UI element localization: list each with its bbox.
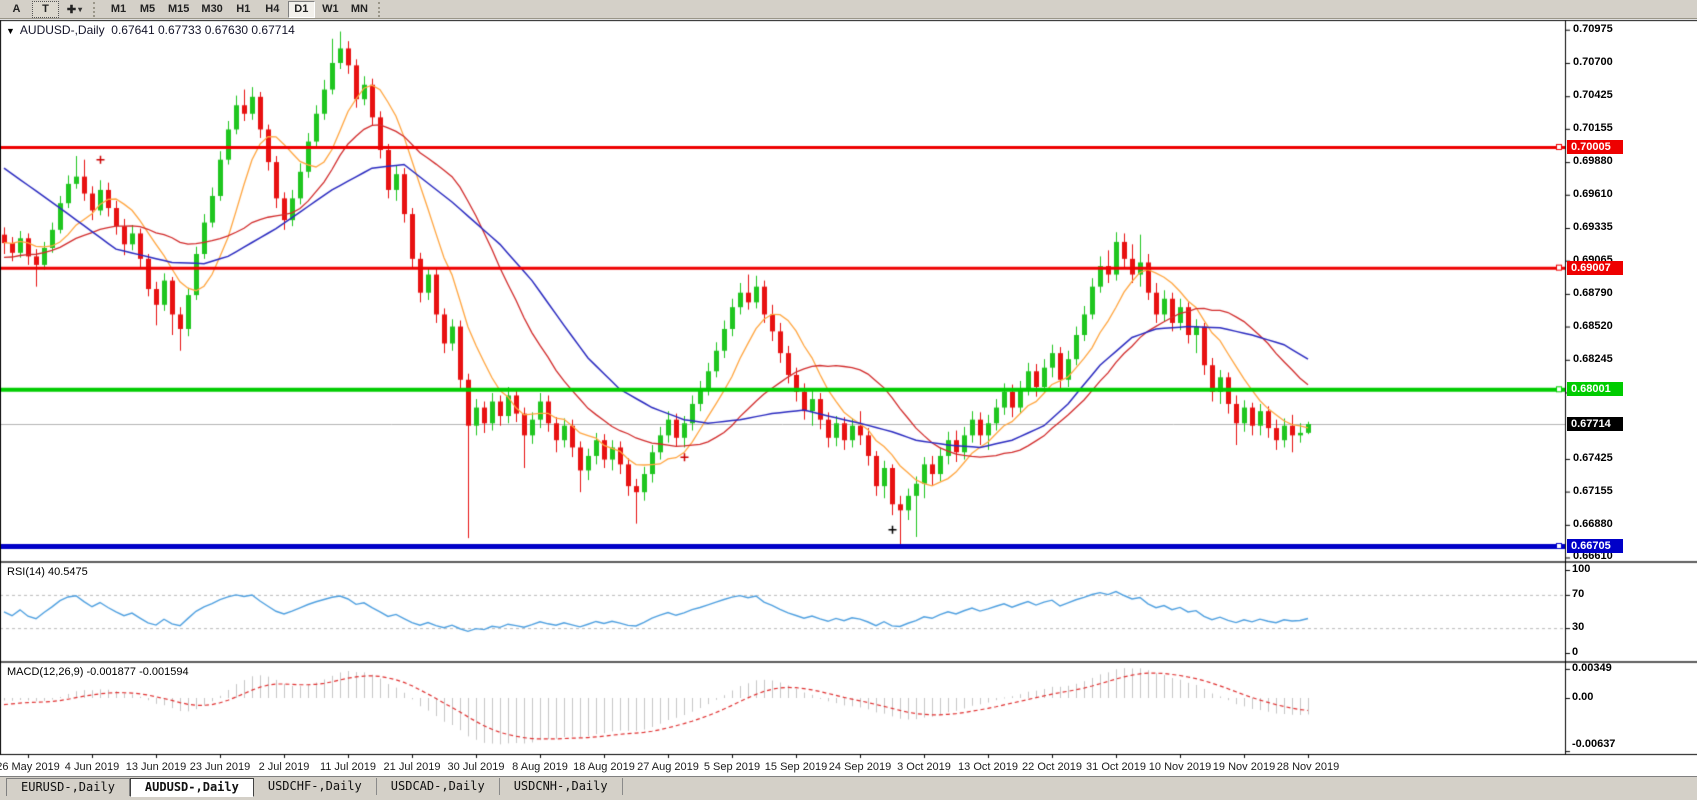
symbol-tab-bar: EURUSD-,DailyAUDUSD-,DailyUSDCHF-,DailyU… (0, 776, 1697, 800)
timeframe-button-H1[interactable]: H1 (230, 1, 257, 18)
chart-title: ▼ AUDUSD-,Daily 0.67641 0.67733 0.67630 0… (6, 23, 295, 37)
date-tick-label: 24 Sep 2019 (829, 761, 891, 773)
date-tick-label: 27 Aug 2019 (637, 761, 699, 773)
timeframe-button-M15[interactable]: M15 (163, 1, 194, 18)
price-tick-label: 0.68790 (1573, 287, 1613, 299)
rsi-axis-label: 100 (1572, 563, 1590, 575)
date-tick-label: 5 Sep 2019 (704, 761, 760, 773)
timeframe-button-M1[interactable]: M1 (105, 1, 132, 18)
date-tick-label: 26 May 2019 (0, 761, 60, 773)
symbol-tab-USDCHF[interactable]: USDCHF-,Daily (254, 778, 377, 795)
date-tick-label: 28 Nov 2019 (1277, 761, 1339, 773)
date-tick-label: 2 Jul 2019 (259, 761, 310, 773)
macd-axis-label: -0.00637 (1572, 738, 1615, 750)
date-tick-label: 10 Nov 2019 (1149, 761, 1211, 773)
date-tick-label: 3 Oct 2019 (897, 761, 951, 773)
rsi-value: 40.5475 (48, 566, 88, 578)
price-tick-label: 0.67425 (1573, 452, 1613, 464)
symbol-tab-USDCNH[interactable]: USDCNH-,Daily (500, 778, 623, 795)
macd-panel-label: MACD(12,26,9) -0.001877 -0.001594 (7, 666, 189, 678)
symbol-tab-USDCAD[interactable]: USDCAD-,Daily (377, 778, 500, 795)
price-badge: 0.69007 (1567, 261, 1623, 275)
price-tick-label: 0.70155 (1573, 122, 1613, 134)
date-tick-label: 23 Jun 2019 (190, 761, 251, 773)
price-tick-label: 0.69610 (1573, 188, 1613, 200)
symbol-tab-AUDUSD[interactable]: AUDUSD-,Daily (130, 778, 254, 797)
timeframe-button-MN[interactable]: MN (346, 1, 373, 18)
crosshair-tool-button[interactable]: ✚ ▾ (61, 1, 88, 18)
date-tick-label: 19 Nov 2019 (1213, 761, 1275, 773)
macd-axis-label: 0.00349 (1572, 662, 1612, 674)
price-badge: 0.67714 (1567, 417, 1623, 431)
arrow-tool-button[interactable]: A (3, 1, 30, 18)
symbol-tab-EURUSD[interactable]: EURUSD-,Daily (6, 778, 130, 796)
date-tick-label: 30 Jul 2019 (448, 761, 505, 773)
timeframe-button-M5[interactable]: M5 (134, 1, 161, 18)
rsi-axis-label: 0 (1572, 646, 1578, 658)
price-badge: 0.70005 (1567, 140, 1623, 154)
rsi-axis-label: 70 (1572, 588, 1584, 600)
timeframe-group: M1M5M15M30H1H4D1W1MN (105, 1, 373, 18)
rsi-name: RSI(14) (7, 566, 45, 578)
price-tick-label: 0.69335 (1573, 221, 1613, 233)
rsi-panel-label: RSI(14) 40.5475 (7, 566, 88, 578)
timeframe-button-W1[interactable]: W1 (317, 1, 344, 18)
macd-values: -0.001877 -0.001594 (86, 666, 188, 678)
date-tick-label: 15 Sep 2019 (765, 761, 827, 773)
toolbar-separator (93, 2, 100, 17)
price-badge: 0.68001 (1567, 382, 1623, 396)
date-tick-label: 13 Oct 2019 (958, 761, 1018, 773)
price-tick-label: 0.68245 (1573, 353, 1613, 365)
timeframe-button-H4[interactable]: H4 (259, 1, 286, 18)
date-tick-label: 4 Jun 2019 (65, 761, 119, 773)
macd-name: MACD(12,26,9) (7, 666, 83, 678)
timeframe-button-M30[interactable]: M30 (196, 1, 227, 18)
text-tool-button[interactable]: T (32, 1, 59, 18)
macd-axis-label: 0.00 (1572, 691, 1593, 703)
date-tick-label: 22 Oct 2019 (1022, 761, 1082, 773)
chart-symbol-period: AUDUSD-,Daily (20, 23, 105, 37)
date-tick-label: 31 Oct 2019 (1086, 761, 1146, 773)
chart-plot-area[interactable] (0, 19, 1697, 776)
chart-ohlc-values: 0.67641 0.67733 0.67630 0.67714 (111, 23, 295, 37)
price-tick-label: 0.69880 (1573, 155, 1613, 167)
rsi-axis-label: 30 (1572, 621, 1584, 633)
date-tick-label: 18 Aug 2019 (573, 761, 635, 773)
mt4-terminal: A T ✚ ▾ M1M5M15M30H1H4D1W1MN ▼ AUDUSD-,Da… (0, 0, 1697, 800)
date-tick-label: 8 Aug 2019 (512, 761, 568, 773)
price-tick-label: 0.66880 (1573, 518, 1613, 530)
price-badge: 0.66705 (1567, 539, 1623, 553)
top-toolbar: A T ✚ ▾ M1M5M15M30H1H4D1W1MN (0, 0, 1697, 19)
price-tick-label: 0.67155 (1573, 485, 1613, 497)
price-tick-label: 0.70700 (1573, 56, 1613, 68)
toolbar-separator (378, 2, 385, 17)
date-tick-label: 13 Jun 2019 (126, 761, 187, 773)
chevron-down-icon: ▾ (78, 5, 82, 14)
timeframe-button-D1[interactable]: D1 (288, 1, 315, 18)
price-tick-label: 0.68520 (1573, 320, 1613, 332)
price-tick-label: 0.70425 (1573, 89, 1613, 101)
date-tick-label: 21 Jul 2019 (384, 761, 441, 773)
dropdown-triangle-icon[interactable]: ▼ (6, 26, 15, 36)
price-tick-label: 0.70975 (1573, 23, 1613, 35)
crosshair-icon: ✚ (67, 3, 76, 16)
date-tick-label: 11 Jul 2019 (320, 761, 376, 773)
